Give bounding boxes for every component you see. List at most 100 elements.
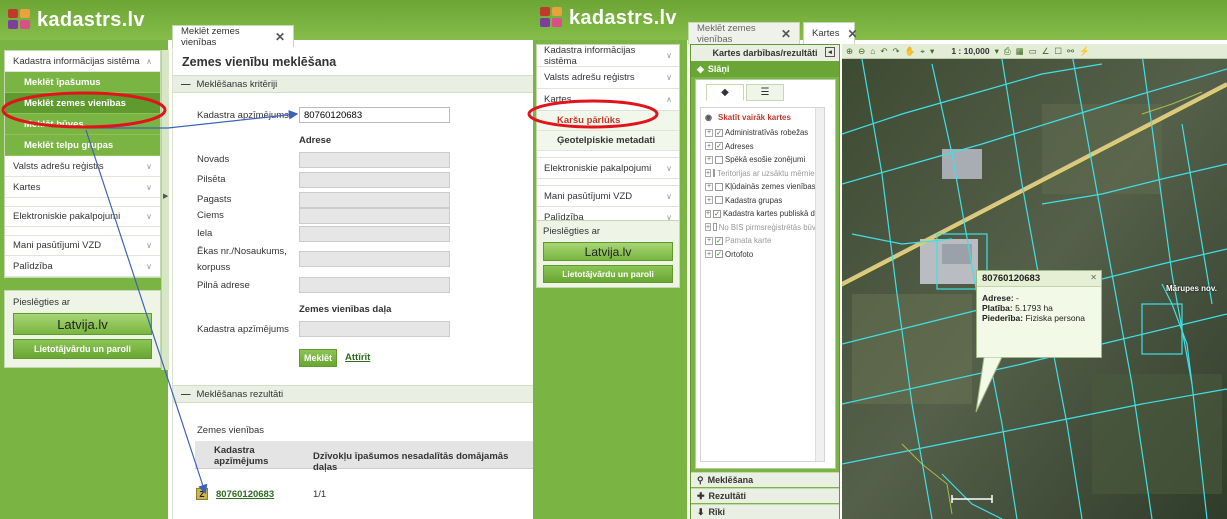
layer-row[interactable]: + No BIS pirmsreģistrētās būves (701, 221, 824, 235)
layer-checkbox[interactable]: ✓ (715, 142, 723, 151)
layer-row[interactable]: + Kadastra grupas (701, 194, 824, 208)
reset-link[interactable]: Attīrīt (345, 352, 370, 363)
layer-checkbox[interactable]: ✓ (715, 250, 723, 259)
sidebar-item-pasutijumi[interactable]: Mani pasūtījumi VZD ∨ (537, 185, 679, 207)
comment-icon[interactable]: ☐ (1054, 46, 1062, 57)
pilseta-input[interactable] (299, 172, 450, 188)
redo-icon[interactable]: ↷ (893, 46, 900, 57)
password-login-button[interactable]: Lietotājvārdu un paroli (543, 265, 673, 283)
footer-tools[interactable]: ⬇ Rīki (691, 504, 839, 519)
tab-layers-stack[interactable]: ◆ (706, 84, 744, 101)
measure-angle-icon[interactable]: ∠ (1042, 46, 1050, 57)
expand-plus-icon[interactable]: + (705, 128, 713, 137)
expand-plus-icon[interactable]: + (705, 250, 713, 259)
expand-plus-icon[interactable]: + (705, 236, 713, 245)
undo-icon[interactable]: ↶ (880, 46, 887, 57)
sidebar-sub-metadati[interactable]: Ģeotelpiskie metadati (537, 131, 679, 151)
print-icon[interactable]: ⎙ (1004, 46, 1011, 57)
ruler-icon[interactable]: ▭ (1029, 46, 1037, 57)
expand-plus-icon[interactable]: + (705, 142, 713, 151)
layer-checkbox[interactable] (713, 223, 717, 232)
close-icon[interactable]: ✕ (847, 27, 857, 41)
sidebar-item-var[interactable]: Valsts adrešu reģistrs ∨ (537, 67, 679, 89)
latvija-login-button[interactable]: Latvija.lv (13, 313, 152, 335)
layer-row[interactable]: + ✓ Pamata karte (701, 234, 824, 248)
footer-search[interactable]: ⚲ Meklēšana (691, 472, 839, 487)
layer-checkbox[interactable] (715, 182, 723, 191)
pilna-adrese-input[interactable] (299, 277, 450, 293)
result-cadastre-link[interactable]: 80760120683 (216, 489, 274, 500)
sidebar-item-kis[interactable]: Kadastra informācijas sistēma ∧ (5, 51, 160, 72)
sidebar-collapse-bar[interactable]: ▶ (161, 50, 169, 370)
layer-checkbox[interactable] (713, 169, 716, 178)
zoom-in-icon[interactable]: ⊕ (846, 46, 853, 57)
search-button[interactable]: Meklēt (299, 349, 337, 367)
sidebar-sub-meklet-telpu-grupas[interactable]: Meklēt telpu grupas (5, 135, 160, 156)
layer-checkbox[interactable]: ✓ (715, 236, 723, 245)
expand-plus-icon[interactable]: + (705, 223, 712, 232)
footer-results[interactable]: ✚ Rezultāti (691, 488, 839, 503)
dropdown-icon[interactable]: ▾ (930, 46, 934, 57)
grid-icon[interactable]: ▦ (1016, 46, 1024, 57)
expand-plus-icon[interactable]: + (705, 209, 712, 218)
layer-list-scrollbar[interactable] (815, 108, 824, 461)
tab-legend-list[interactable]: ☰ (746, 84, 784, 101)
sidebar-item-kartes[interactable]: Kartes ∧ (537, 89, 679, 111)
password-login-button[interactable]: Lietotājvārdu un paroli (13, 339, 152, 359)
zoom-out-icon[interactable]: ⊖ (858, 46, 865, 57)
results-section-header[interactable]: — Meklēšanas rezultāti (173, 385, 533, 403)
logo[interactable]: kadastrs.lv (540, 6, 677, 30)
sidebar-item-kartes[interactable]: Kartes ∨ (5, 177, 160, 198)
expand-plus-icon[interactable]: + (705, 196, 713, 205)
layer-row[interactable]: + ✓ Kadastra kartes publiskā daļa (701, 207, 824, 221)
sidebar-item-pasutijumi[interactable]: Mani pasūtījumi VZD ∨ (5, 235, 160, 256)
criteria-section-header[interactable]: — Meklēšanas kritēriji (173, 75, 533, 93)
home-icon[interactable]: ⌂ (870, 46, 875, 56)
sidebar-item-var[interactable]: Valsts adrešu reģistrs ∨ (5, 156, 160, 177)
layer-row[interactable]: + Kļūdainās zemes vienības (701, 180, 824, 194)
layer-row[interactable]: + Teritorijas ar uzsāktu mērniecību (701, 167, 824, 181)
share-icon[interactable]: ⚡ (1079, 46, 1090, 57)
tab-meklet-zemes-vienibas[interactable]: Meklēt zemes vienības ✕ (688, 22, 800, 45)
sidebar-sub-meklet-buves[interactable]: Meklēt būves (5, 114, 160, 135)
close-icon[interactable]: ✕ (1090, 273, 1097, 282)
expand-plus-icon[interactable]: + (705, 182, 713, 191)
part-cadastre-input[interactable] (299, 321, 450, 337)
layer-row[interactable]: + ✓ Administratīvās robežas (701, 126, 824, 140)
expand-plus-icon[interactable]: + (705, 155, 713, 164)
layer-checkbox[interactable]: ✓ (713, 209, 721, 218)
collapse-panel-icon[interactable]: ◂ (825, 47, 835, 57)
layer-checkbox[interactable] (715, 155, 723, 164)
layer-row[interactable]: + ✓ Ortofoto (701, 248, 824, 262)
latvija-login-button[interactable]: Latvija.lv (543, 242, 673, 261)
expand-plus-icon[interactable]: + (705, 169, 712, 178)
layers-subheader[interactable]: ◈ Slāņi (691, 61, 839, 77)
logo[interactable]: kadastrs.lv (8, 8, 145, 32)
pan-hand-icon[interactable]: ✋ (905, 46, 916, 57)
cadastre-input[interactable]: 80760120683 (299, 107, 450, 123)
close-icon[interactable]: ✕ (275, 30, 285, 44)
sidebar-item-e-pakalpojumi[interactable]: Elektroniskie pakalpojumi ∨ (5, 206, 160, 227)
sidebar-item-e-pakalpojumi[interactable]: Elektroniskie pakalpojumi ∨ (537, 157, 679, 179)
ekas-nr-input[interactable] (299, 251, 450, 267)
more-maps-link[interactable]: ◉ Skatīt vairāk kartes (701, 108, 824, 126)
tab-kartes[interactable]: Kartes ✕ (803, 22, 858, 44)
layer-checkbox[interactable] (715, 196, 723, 205)
novads-input[interactable] (299, 152, 450, 168)
sidebar-item-palidziba[interactable]: Palīdzība ∨ (5, 256, 160, 277)
layer-row[interactable]: + Spēkā esošie zonējumi (701, 153, 824, 167)
sidebar-item-kis[interactable]: Kadastra informācijas sistēma ∨ (537, 45, 679, 67)
map-area[interactable]: ⊕ ⊖ ⌂ ↶ ↷ ✋ ⌖ ▾ 1 : 10,000 ▾ ⎙ ▦ ▭ ∠ ☐ ⚯… (842, 44, 1227, 519)
dropdown-icon[interactable]: ▾ (995, 46, 999, 57)
pagasts-input[interactable] (299, 192, 450, 208)
sidebar-sub-karsu-parluks[interactable]: Karšu pārlūks (537, 111, 679, 131)
iela-input[interactable] (299, 226, 450, 242)
sidebar-sub-meklet-ipasumus[interactable]: Meklēt īpašumus (5, 72, 160, 93)
tab-meklet-zemes-vienibas[interactable]: Meklēt zemes vienības ✕ (172, 25, 294, 48)
layer-row[interactable]: + ✓ Adreses (701, 140, 824, 154)
layer-checkbox[interactable]: ✓ (715, 128, 723, 137)
sidebar-sub-meklet-zemes-vienibas[interactable]: Meklēt zemes vienības (5, 93, 160, 114)
scale-readout[interactable]: 1 : 10,000 (951, 46, 989, 56)
select-icon[interactable]: ⌖ (920, 46, 925, 57)
ciems-input[interactable] (299, 208, 450, 224)
